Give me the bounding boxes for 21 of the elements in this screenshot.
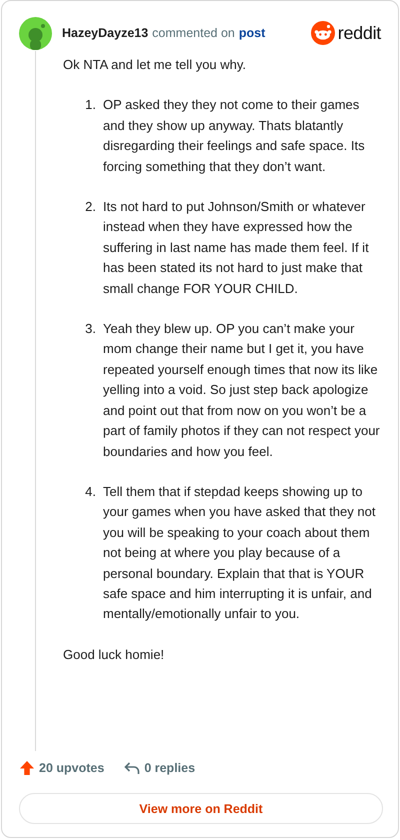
- logo-text: reddit: [338, 22, 381, 44]
- list-number: 4.: [84, 482, 96, 501]
- list-number: 2.: [84, 198, 96, 216]
- view-more-button[interactable]: View more on Reddit: [19, 793, 383, 824]
- list-item-text: Its not hard to put Johnson/Smith or whatever instead when they have expressed how the suffering in last name has made them feel. If it has been stated its not hard to just make that small change FOR YOUR CHILD.: [102, 198, 370, 298]
- list-number: 3.: [84, 320, 96, 338]
- list-number: 1.: [84, 96, 96, 114]
- comment-action: commented on: [152, 26, 235, 40]
- upvote-count: 20 upvotes: [39, 761, 104, 775]
- list-item-text: Tell them that if stepdad keeps showing up to your games when you have asked that they not you will be speaking to your coach about them not being at where you play because of a personal boundary. Explain that that is YOUR safe space and him interrupting it is unfair, and mentally/emotionally unfair to you.: [102, 482, 376, 624]
- avatar-icon: [19, 16, 52, 50]
- upvote-icon[interactable]: [19, 760, 35, 776]
- reddit-logo-icon: [310, 21, 335, 45]
- list-item-text: Yeah they blew up. OP you can’t make your mom change their name but I get it, you have repeated yourself enough times that now its like yelling into a void. So just step back apologize and point out that from now on you won’t be a part of family photos if they can not respect your boundaries and how you feel.: [102, 320, 380, 461]
- reply-count: 0 replies: [144, 761, 196, 775]
- list-item-text: OP asked they they not come to their games and they show up anyway. Thats blatantly disregarding their feelings and safe space. Its forcing something that they don’t want.: [102, 96, 366, 176]
- comment-paragraph: Good luck homie!: [63, 646, 166, 664]
- post-link[interactable]: post: [238, 26, 266, 40]
- reply-icon[interactable]: [124, 761, 140, 775]
- comment-paragraph: Ok NTA and let me tell you why.: [63, 56, 248, 74]
- username[interactable]: HazeyDayze13: [62, 26, 148, 40]
